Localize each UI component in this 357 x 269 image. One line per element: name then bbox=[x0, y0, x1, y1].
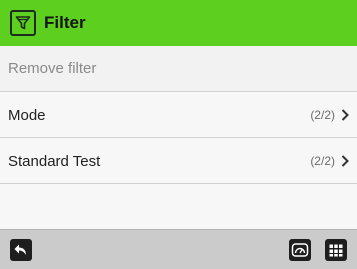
speedometer-icon bbox=[291, 243, 309, 257]
grid-menu-icon bbox=[329, 244, 343, 257]
standard-test-item[interactable]: Standard Test (2/2) bbox=[0, 139, 357, 184]
page-title: Filter bbox=[44, 13, 86, 32]
remove-filter-item[interactable]: Remove filter bbox=[0, 46, 357, 92]
chevron-right-icon bbox=[341, 109, 349, 121]
footer-bar bbox=[0, 229, 357, 269]
menu-button[interactable] bbox=[325, 239, 347, 261]
back-button[interactable] bbox=[10, 239, 32, 261]
mode-label: Mode bbox=[8, 106, 46, 124]
mode-item[interactable]: Mode (2/2) bbox=[0, 93, 357, 138]
remove-filter-label: Remove filter bbox=[8, 60, 97, 77]
chevron-right-icon bbox=[341, 155, 349, 167]
dashboard-button[interactable] bbox=[289, 239, 311, 261]
funnel-icon bbox=[10, 10, 36, 36]
filter-screen: Filter Remove filter Mode (2/2) Standard… bbox=[0, 0, 357, 269]
header-bar: Filter bbox=[0, 0, 357, 46]
mode-count: (2/2) bbox=[310, 108, 335, 122]
standard-test-count: (2/2) bbox=[310, 154, 335, 168]
back-arrow-icon bbox=[14, 244, 26, 255]
standard-test-label: Standard Test bbox=[8, 152, 101, 170]
